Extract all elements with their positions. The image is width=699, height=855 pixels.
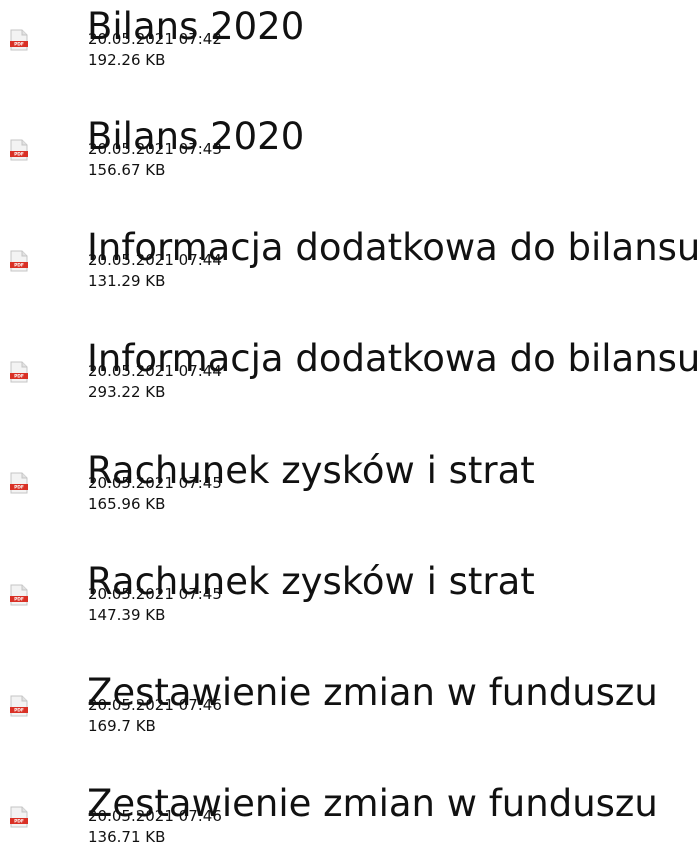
file-list: PDF Bilans 2020 20.05.2021 07:42 192.26 … — [0, 0, 699, 855]
file-size: 136.71 KB — [88, 828, 166, 846]
pdf-icon[interactable]: PDF — [10, 695, 28, 717]
file-size: 169.7 KB — [88, 717, 156, 735]
pdf-icon[interactable]: PDF — [10, 472, 28, 494]
file-date: 20.05.2021 07:45 — [88, 474, 222, 492]
pdf-icon[interactable]: PDF — [10, 806, 28, 828]
file-date: 20.05.2021 07:46 — [88, 807, 222, 825]
svg-text:PDF: PDF — [14, 42, 24, 48]
pdf-icon[interactable]: PDF — [10, 584, 28, 606]
svg-text:PDF: PDF — [14, 819, 24, 825]
file-date: 20.05.2021 07:44 — [88, 251, 222, 269]
file-date: 20.05.2021 07:45 — [88, 585, 222, 603]
file-size: 192.26 KB — [88, 51, 166, 69]
file-date: 20.05.2021 07:43 — [88, 140, 222, 158]
file-date: 20.05.2021 07:42 — [88, 30, 222, 48]
file-size: 131.29 KB — [88, 272, 166, 290]
pdf-icon[interactable]: PDF — [10, 361, 28, 383]
svg-text:PDF: PDF — [14, 263, 24, 269]
file-size: 156.67 KB — [88, 161, 166, 179]
file-item: PDF Bilans 2020 20.05.2021 07:43 156.67 … — [0, 118, 699, 218]
svg-text:PDF: PDF — [14, 374, 24, 380]
file-date: 20.05.2021 07:44 — [88, 362, 222, 380]
file-item: PDF Bilans 2020 20.05.2021 07:42 192.26 … — [0, 8, 699, 108]
file-size: 165.96 KB — [88, 495, 166, 513]
pdf-icon[interactable]: PDF — [10, 139, 28, 161]
file-item: PDF Informacja dodatkowa do bilansu 20.0… — [0, 229, 699, 329]
file-size: 293.22 KB — [88, 383, 166, 401]
file-item: PDF Rachunek zysków i strat 20.05.2021 0… — [0, 452, 699, 552]
pdf-icon[interactable]: PDF — [10, 29, 28, 51]
file-item: PDF Zestawienie zmian w funduszu 20.05.2… — [0, 674, 699, 774]
file-size: 147.39 KB — [88, 606, 166, 624]
file-item: PDF Zestawienie zmian w funduszu 20.05.2… — [0, 785, 699, 855]
file-date: 20.05.2021 07:46 — [88, 696, 222, 714]
svg-text:PDF: PDF — [14, 485, 24, 491]
file-item: PDF Rachunek zysków i strat 20.05.2021 0… — [0, 563, 699, 663]
svg-text:PDF: PDF — [14, 708, 24, 714]
svg-text:PDF: PDF — [14, 597, 24, 603]
file-item: PDF Informacja dodatkowa do bilansu 20.0… — [0, 340, 699, 440]
pdf-icon[interactable]: PDF — [10, 250, 28, 272]
svg-text:PDF: PDF — [14, 152, 24, 158]
